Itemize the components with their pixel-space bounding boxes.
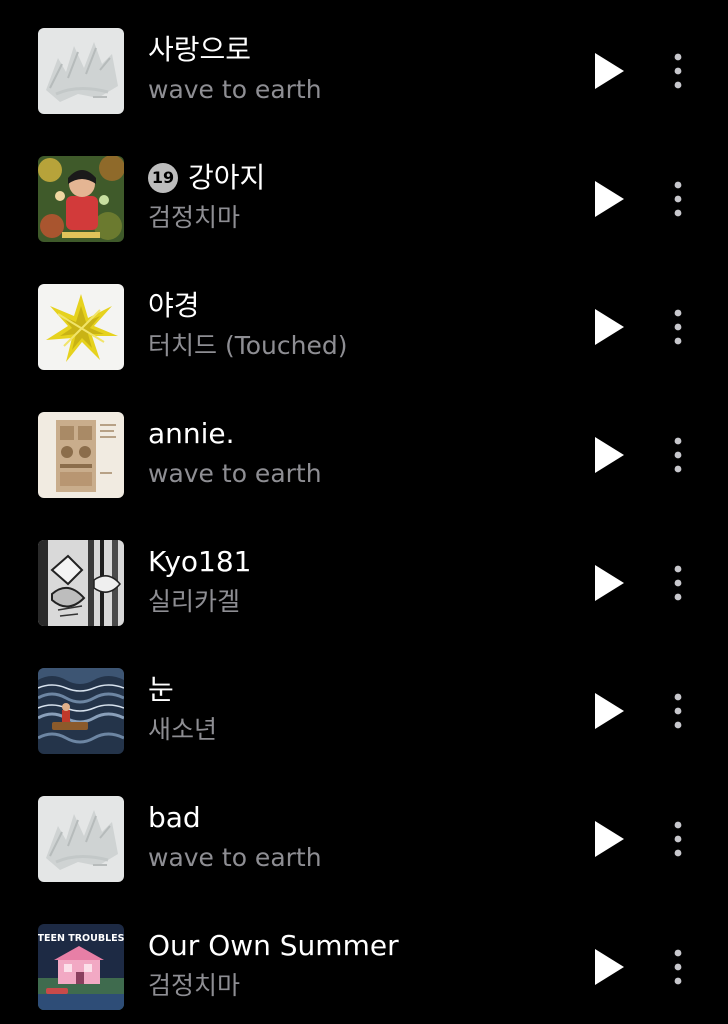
album-art-text: TEEN TROUBLES	[38, 933, 124, 944]
album-art	[38, 796, 124, 882]
play-button[interactable]	[592, 179, 626, 219]
track-title-text: 눈	[148, 673, 174, 706]
more-vertical-icon	[674, 949, 682, 985]
track-artist: 검정치마	[148, 203, 241, 232]
more-vertical-icon	[674, 693, 682, 729]
play-icon	[595, 437, 624, 473]
album-art	[38, 156, 124, 242]
more-vertical-icon	[674, 821, 682, 857]
play-icon	[595, 565, 624, 601]
album-art	[38, 668, 124, 754]
track-title-text: 야경	[148, 289, 200, 322]
track-title-text: 사랑으로	[148, 33, 252, 66]
track-title-text: Kyo181	[148, 545, 252, 578]
album-art	[38, 284, 124, 370]
track-title: Kyo181	[148, 544, 251, 580]
track-row[interactable]: bad wave to earth	[0, 796, 728, 896]
track-title-text: Our Own Summer	[148, 929, 399, 962]
play-button[interactable]	[592, 435, 626, 475]
track-artist: 검정치마	[148, 971, 241, 1000]
more-options-button[interactable]	[664, 818, 692, 860]
more-options-button[interactable]	[664, 434, 692, 476]
play-button[interactable]	[592, 819, 626, 859]
track-title: 19 강아지	[148, 160, 265, 196]
track-artist: 실리카겔	[148, 587, 241, 616]
more-options-button[interactable]	[664, 562, 692, 604]
track-title: 사랑으로	[148, 32, 251, 68]
play-icon	[595, 309, 624, 345]
play-icon	[595, 949, 624, 985]
play-button[interactable]	[592, 563, 626, 603]
track-list: 사랑으로 wave to earth 19 강아지 검정치마 야경 터치드 (T…	[0, 0, 728, 1024]
play-button[interactable]	[592, 307, 626, 347]
play-icon	[595, 53, 624, 89]
album-art	[38, 28, 124, 114]
more-options-button[interactable]	[664, 690, 692, 732]
play-icon	[595, 693, 624, 729]
track-artist: 터치드 (Touched)	[148, 331, 348, 360]
track-row[interactable]: annie. wave to earth	[0, 412, 728, 512]
track-artist: 새소년	[148, 715, 218, 744]
track-title: 야경	[148, 288, 200, 324]
more-vertical-icon	[674, 565, 682, 601]
album-art	[38, 540, 124, 626]
play-button[interactable]	[592, 947, 626, 987]
album-art: TEEN TROUBLES	[38, 924, 124, 1010]
track-artist: wave to earth	[148, 459, 322, 488]
explicit-badge: 19	[148, 163, 178, 193]
track-title-text: 강아지	[188, 161, 266, 194]
more-vertical-icon	[674, 53, 682, 89]
track-row[interactable]: 사랑으로 wave to earth	[0, 28, 728, 128]
track-title-text: annie.	[148, 417, 235, 450]
track-row[interactable]: 19 강아지 검정치마	[0, 156, 728, 256]
more-vertical-icon	[674, 181, 682, 217]
track-title: Our Own Summer	[148, 928, 399, 964]
more-options-button[interactable]	[664, 306, 692, 348]
track-row[interactable]: 눈 새소년	[0, 668, 728, 768]
track-artist: wave to earth	[148, 843, 322, 872]
track-row[interactable]: TEEN TROUBLES Our Own Summer 검정치마	[0, 924, 728, 1024]
more-options-button[interactable]	[664, 178, 692, 220]
more-options-button[interactable]	[664, 946, 692, 988]
track-title: 눈	[148, 672, 174, 708]
play-icon	[595, 181, 624, 217]
play-icon	[595, 821, 624, 857]
track-row[interactable]: 야경 터치드 (Touched)	[0, 284, 728, 384]
track-artist: wave to earth	[148, 75, 322, 104]
play-button[interactable]	[592, 51, 626, 91]
more-options-button[interactable]	[664, 50, 692, 92]
album-art	[38, 412, 124, 498]
more-vertical-icon	[674, 309, 682, 345]
track-title: annie.	[148, 416, 235, 452]
track-title-text: bad	[148, 801, 201, 834]
track-row[interactable]: Kyo181 실리카겔	[0, 540, 728, 640]
play-button[interactable]	[592, 691, 626, 731]
more-vertical-icon	[674, 437, 682, 473]
track-title: bad	[148, 800, 201, 836]
